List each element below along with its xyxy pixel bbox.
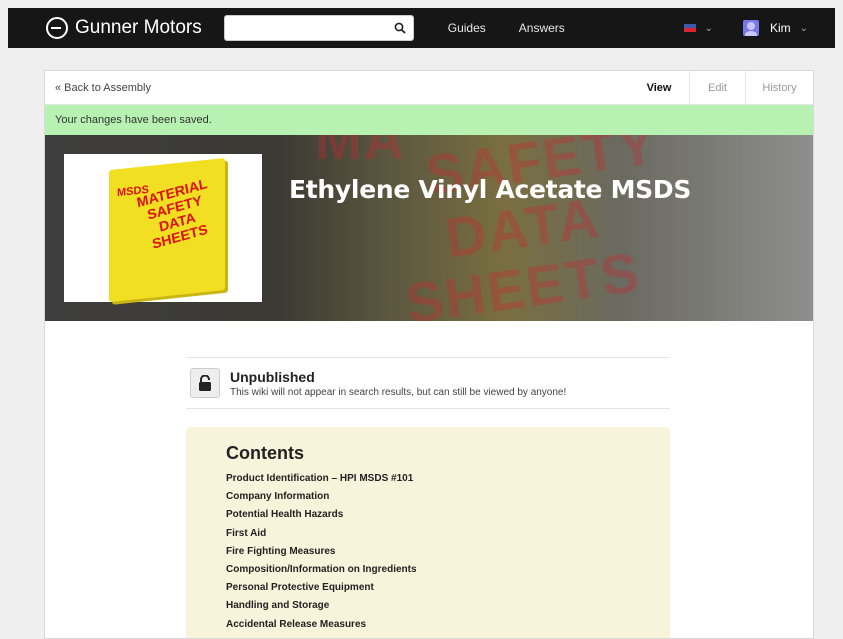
page-edge [835,0,843,639]
avatar [742,20,759,36]
tab-edit[interactable]: Edit [689,71,745,104]
language-selector[interactable]: ⌄ [683,22,713,34]
hero-banner: MA SAFETY DATA SHEETS MSDS MATERIAL SAFE… [45,135,813,321]
nav-answers-link[interactable]: Answers [519,21,565,35]
user-menu[interactable]: Kim ⌄ [742,20,808,36]
contents-item[interactable]: Composition/Information on Ingredients [226,561,670,579]
chevron-down-icon: ⌄ [799,22,808,34]
nav-guides-link[interactable]: Guides [448,21,486,35]
search-input[interactable] [224,17,387,39]
tab-view[interactable]: View [629,71,689,104]
status-description: This wiki will not appear in search resu… [230,386,567,398]
contents-item[interactable]: Product Identification – HPI MSDS #101 [226,470,670,488]
wiki-card: « Back to Assembly View Edit History You… [44,70,814,639]
contents-list: Product Identification – HPI MSDS #101 C… [226,470,670,634]
view-tabs: View Edit History [629,71,813,104]
gunner-logo-icon [46,17,68,39]
publish-status: Unpublished This wiki will not appear in… [186,357,670,409]
contents-item[interactable]: Company Information [226,488,670,506]
contents-item[interactable]: Personal Protective Equipment [226,579,670,597]
table-of-contents: Contents Product Identification – HPI MS… [186,427,670,638]
brand-logo[interactable]: Gunner Motors [46,17,202,39]
user-name: Kim [769,21,791,35]
status-title: Unpublished [230,368,315,385]
us-flag-icon [683,24,696,32]
page-title: Ethylene Vinyl Acetate MSDS [289,175,692,204]
unlock-icon[interactable] [190,368,220,398]
contents-item[interactable]: Handling and Storage [226,597,670,615]
contents-item[interactable]: Potential Health Hazards [226,506,670,524]
save-notice: Your changes have been saved. [45,105,813,135]
brand-name: Gunner Motors [75,17,202,38]
tab-history[interactable]: History [745,71,813,104]
search-box [223,15,414,41]
chevron-down-icon: ⌄ [704,22,713,34]
status-text: Unpublished This wiki will not appear in… [230,369,566,398]
hero-image: MSDS MATERIAL SAFETY DATA SHEETS [64,154,262,303]
top-navbar: Gunner Motors Guides Answers ⌄ Kim ⌄ [8,8,835,48]
card-header: « Back to Assembly View Edit History [45,71,813,105]
contents-item[interactable]: Fire Fighting Measures [226,543,670,561]
contents-title: Contents [226,443,304,463]
hero-bg-decoration: MA [315,135,407,171]
back-to-assembly-link[interactable]: « Back to Assembly [55,82,151,94]
contents-item[interactable]: First Aid [226,525,670,543]
search-icon[interactable] [387,22,413,34]
msds-binder-image: MSDS MATERIAL SAFETY DATA SHEETS [109,157,225,303]
contents-item[interactable]: Accidental Release Measures [226,616,670,634]
